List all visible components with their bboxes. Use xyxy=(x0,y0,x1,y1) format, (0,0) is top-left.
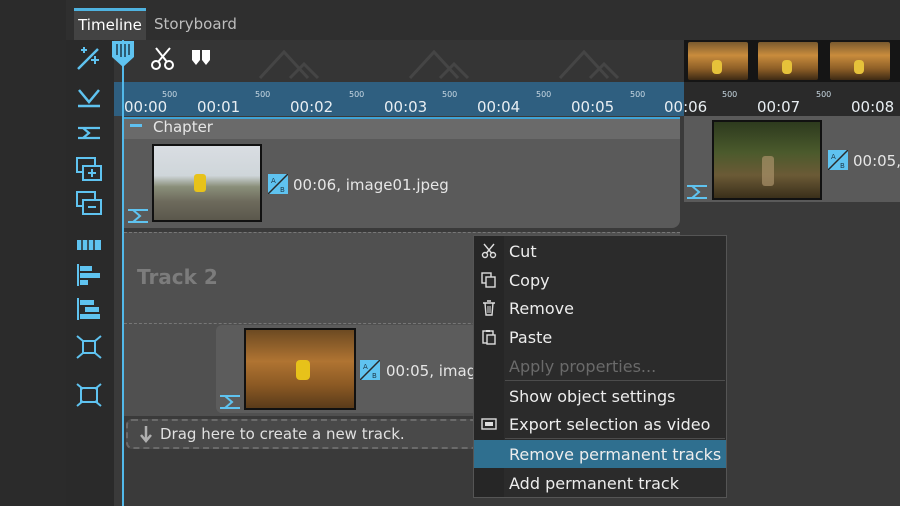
ruler-sub-label: 500 xyxy=(630,90,646,99)
svg-text:A: A xyxy=(831,153,836,161)
ruler-label: 00:05 xyxy=(571,98,615,116)
track-label: Track 2 xyxy=(137,265,218,289)
transition-icon[interactable]: AB xyxy=(828,150,848,170)
add-track-icon[interactable] xyxy=(75,156,103,182)
scissors-icon[interactable] xyxy=(150,46,176,72)
align-stack-icon[interactable] xyxy=(75,296,103,322)
menu-item-label: Export selection as video xyxy=(509,415,711,434)
menu-item-label: Cut xyxy=(509,242,537,261)
svg-text:A: A xyxy=(271,177,276,185)
clip-title: 00:05, xyxy=(853,152,900,170)
arrow-down-icon xyxy=(140,426,152,443)
ruler-label: 00:04 xyxy=(477,98,521,116)
copy-icon xyxy=(481,272,496,288)
ruler-label: 00:00 xyxy=(124,98,168,116)
ruler-sub-label: 500 xyxy=(162,90,178,99)
menu-item-label: Apply properties... xyxy=(509,357,657,376)
film-strip-icon[interactable] xyxy=(75,232,103,258)
filmstrip-frame xyxy=(688,42,748,80)
ruler-label: 00:03 xyxy=(384,98,428,116)
ruler-sub-label: 500 xyxy=(442,90,458,99)
ruler-label: 00:06 xyxy=(664,98,708,116)
ruler-sub-label: 500 xyxy=(255,90,271,99)
svg-text:B: B xyxy=(280,186,285,194)
clip-thumbnail[interactable] xyxy=(244,328,356,410)
effect-icon[interactable] xyxy=(127,208,149,224)
align-left-icon[interactable] xyxy=(75,262,103,288)
menu-item-label: Paste xyxy=(509,328,553,347)
menu-item-label: Copy xyxy=(509,271,550,290)
remove-track-icon[interactable] xyxy=(75,190,103,216)
shrink-icon[interactable] xyxy=(75,334,103,360)
transition-icon[interactable]: AB xyxy=(360,360,380,380)
playhead-handle-icon[interactable] xyxy=(111,40,135,68)
ruler-label: 00:01 xyxy=(197,98,241,116)
clip-title: 00:05, image xyxy=(386,362,486,380)
filmstrip-frame xyxy=(758,42,818,80)
ruler-sub-label: 500 xyxy=(536,90,552,99)
ruler-sub-label: 500 xyxy=(722,90,738,99)
scissors-icon xyxy=(481,243,497,259)
clip-thumbnail[interactable] xyxy=(152,144,262,222)
effect-track-icon[interactable] xyxy=(75,120,103,146)
menu-separator xyxy=(505,438,725,439)
menu-item-label: Remove permanent tracks xyxy=(509,445,722,464)
video-export-icon xyxy=(481,418,497,430)
svg-text:B: B xyxy=(840,162,845,170)
svg-text:A: A xyxy=(363,363,368,371)
svg-text:B: B xyxy=(372,372,377,380)
tab-storyboard[interactable]: Storyboard xyxy=(154,10,237,38)
filmstrip-frame xyxy=(830,42,890,80)
ruler-sub-label: 500 xyxy=(816,90,832,99)
clip-title: 00:06, image01.jpeg xyxy=(293,176,449,194)
tab-timeline[interactable]: Timeline xyxy=(74,8,146,41)
paste-icon xyxy=(482,330,496,345)
menu-item-label: Add permanent track xyxy=(509,474,679,493)
background-pattern xyxy=(258,49,620,80)
expand-icon[interactable] xyxy=(75,382,103,408)
left-panel xyxy=(0,0,66,506)
ruler-label: 00:07 xyxy=(757,98,801,116)
chapter-label: Chapter xyxy=(153,118,213,136)
ruler-sub-label: 500 xyxy=(349,90,365,99)
effect-icon[interactable] xyxy=(219,394,241,410)
effect-icon[interactable] xyxy=(686,184,708,200)
snap-icon[interactable] xyxy=(75,84,103,110)
trash-icon xyxy=(483,300,495,316)
dropzone-text: Drag here to create a new track. xyxy=(160,425,405,443)
menu-item-label: Show object settings xyxy=(509,387,676,406)
clip-thumbnail[interactable] xyxy=(712,120,822,200)
ruler-label: 00:02 xyxy=(290,98,334,116)
transition-icon[interactable]: AB xyxy=(268,174,288,194)
ruler-label: 00:08 xyxy=(851,98,895,116)
menu-separator xyxy=(505,380,725,381)
marker-icon[interactable] xyxy=(190,48,212,68)
collapse-icon[interactable] xyxy=(130,124,142,127)
magic-wand-icon[interactable] xyxy=(75,46,103,72)
menu-item-label: Remove xyxy=(509,299,574,318)
playhead[interactable] xyxy=(122,40,124,506)
